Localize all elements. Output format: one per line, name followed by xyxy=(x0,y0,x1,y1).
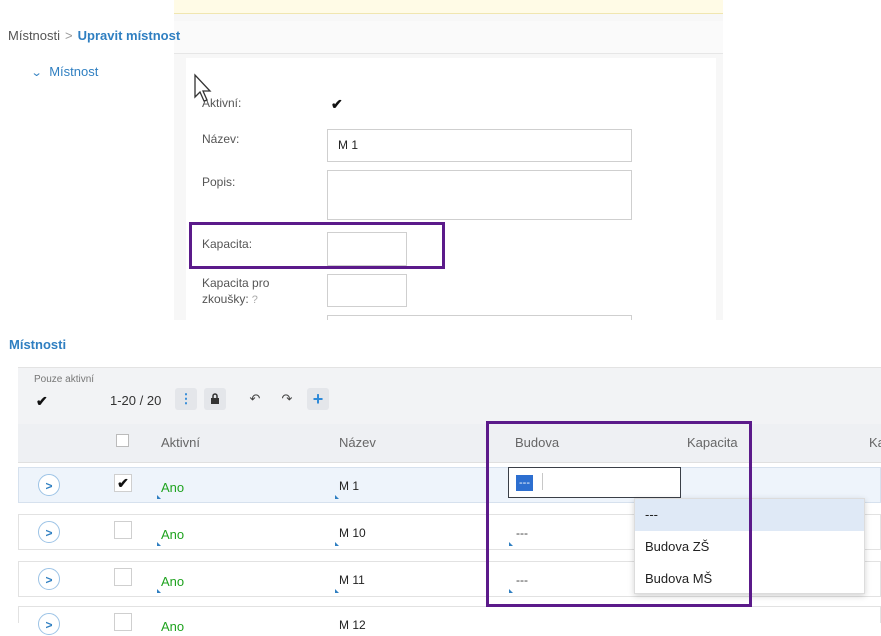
record-range: 1-20 / 20 xyxy=(110,393,162,408)
description-label: Popis: xyxy=(202,175,236,189)
cell-name[interactable]: M 11 xyxy=(339,573,365,587)
active-checkbox[interactable]: ✔ xyxy=(331,97,345,111)
section-toggle[interactable]: ⌄ Místnost xyxy=(30,64,99,79)
undo-icon[interactable]: ↶ xyxy=(244,388,266,410)
cell-edit-marker xyxy=(335,542,339,546)
cell-active[interactable]: Ano xyxy=(161,574,184,589)
next-field-partial[interactable] xyxy=(327,315,632,320)
row-expand-button[interactable]: > xyxy=(38,521,60,543)
cell-edit-marker xyxy=(157,589,161,593)
filter-active-checkbox[interactable]: ✔ xyxy=(36,393,48,410)
breadcrumb-current: Upravit místnost xyxy=(77,28,181,43)
breadcrumb-bar xyxy=(174,21,723,54)
name-label: Název: xyxy=(202,132,240,146)
row-checkbox[interactable] xyxy=(114,568,132,586)
help-icon[interactable]: ? xyxy=(252,294,258,306)
row-checkbox[interactable] xyxy=(114,613,132,631)
redo-icon[interactable]: ↷ xyxy=(276,388,298,410)
exam-capacity-label-line2: zkoušky: xyxy=(202,292,249,306)
lock-icon[interactable] xyxy=(204,388,226,410)
table-row[interactable]: > Ano M 12 xyxy=(18,606,881,635)
row-checkbox[interactable]: ✔ xyxy=(114,474,132,492)
breadcrumb: Místnosti > Upravit místnost xyxy=(8,28,180,43)
exam-capacity-label: Kapacita pro zkoušky:? xyxy=(202,275,269,308)
row-checkbox[interactable] xyxy=(114,521,132,539)
chevron-down-icon: ⌄ xyxy=(30,67,43,79)
cell-name[interactable]: M 1 xyxy=(339,479,359,493)
cell-edit-marker xyxy=(335,589,339,593)
breadcrumb-separator: > xyxy=(65,28,73,43)
cell-name[interactable]: M 12 xyxy=(339,618,366,632)
cell-active[interactable]: Ano xyxy=(161,527,184,542)
add-icon[interactable]: + xyxy=(307,388,329,410)
row-expand-button[interactable]: > xyxy=(38,613,60,635)
cell-name[interactable]: M 10 xyxy=(339,526,366,540)
mouse-cursor-icon xyxy=(194,73,212,102)
capacity-highlight-box xyxy=(189,222,445,269)
row-expand-button[interactable]: > xyxy=(38,474,60,496)
exam-capacity-field[interactable] xyxy=(327,274,407,307)
section-title: Místnost xyxy=(49,64,99,79)
exam-capacity-label-line1: Kapacita pro xyxy=(202,276,270,290)
building-column-highlight-box xyxy=(486,421,752,607)
cell-active[interactable]: Ano xyxy=(161,619,184,634)
breadcrumb-parent[interactable]: Místnosti xyxy=(8,28,60,43)
name-field[interactable]: M 1 xyxy=(327,129,632,162)
column-header-active[interactable]: Aktivní xyxy=(161,435,200,450)
grid-title: Místnosti xyxy=(9,337,67,352)
cell-edit-marker xyxy=(335,495,339,499)
grid-toolbar: Pouze aktivní ✔ 1-20 / 20 ⋮ ↶ ↷ + xyxy=(18,367,881,424)
filter-active-label: Pouze aktivní xyxy=(34,374,95,385)
select-all-checkbox[interactable] xyxy=(116,434,129,447)
row-expand-button[interactable]: > xyxy=(38,568,60,590)
cell-active[interactable]: Ano xyxy=(161,480,184,495)
notice-bar xyxy=(174,0,723,14)
column-header-partial[interactable]: Ka xyxy=(869,435,881,450)
menu-icon[interactable]: ⋮ xyxy=(175,388,197,410)
cell-edit-marker xyxy=(157,542,161,546)
cell-edit-marker xyxy=(157,495,161,499)
column-header-name[interactable]: Název xyxy=(339,435,376,450)
description-field[interactable] xyxy=(327,170,632,220)
